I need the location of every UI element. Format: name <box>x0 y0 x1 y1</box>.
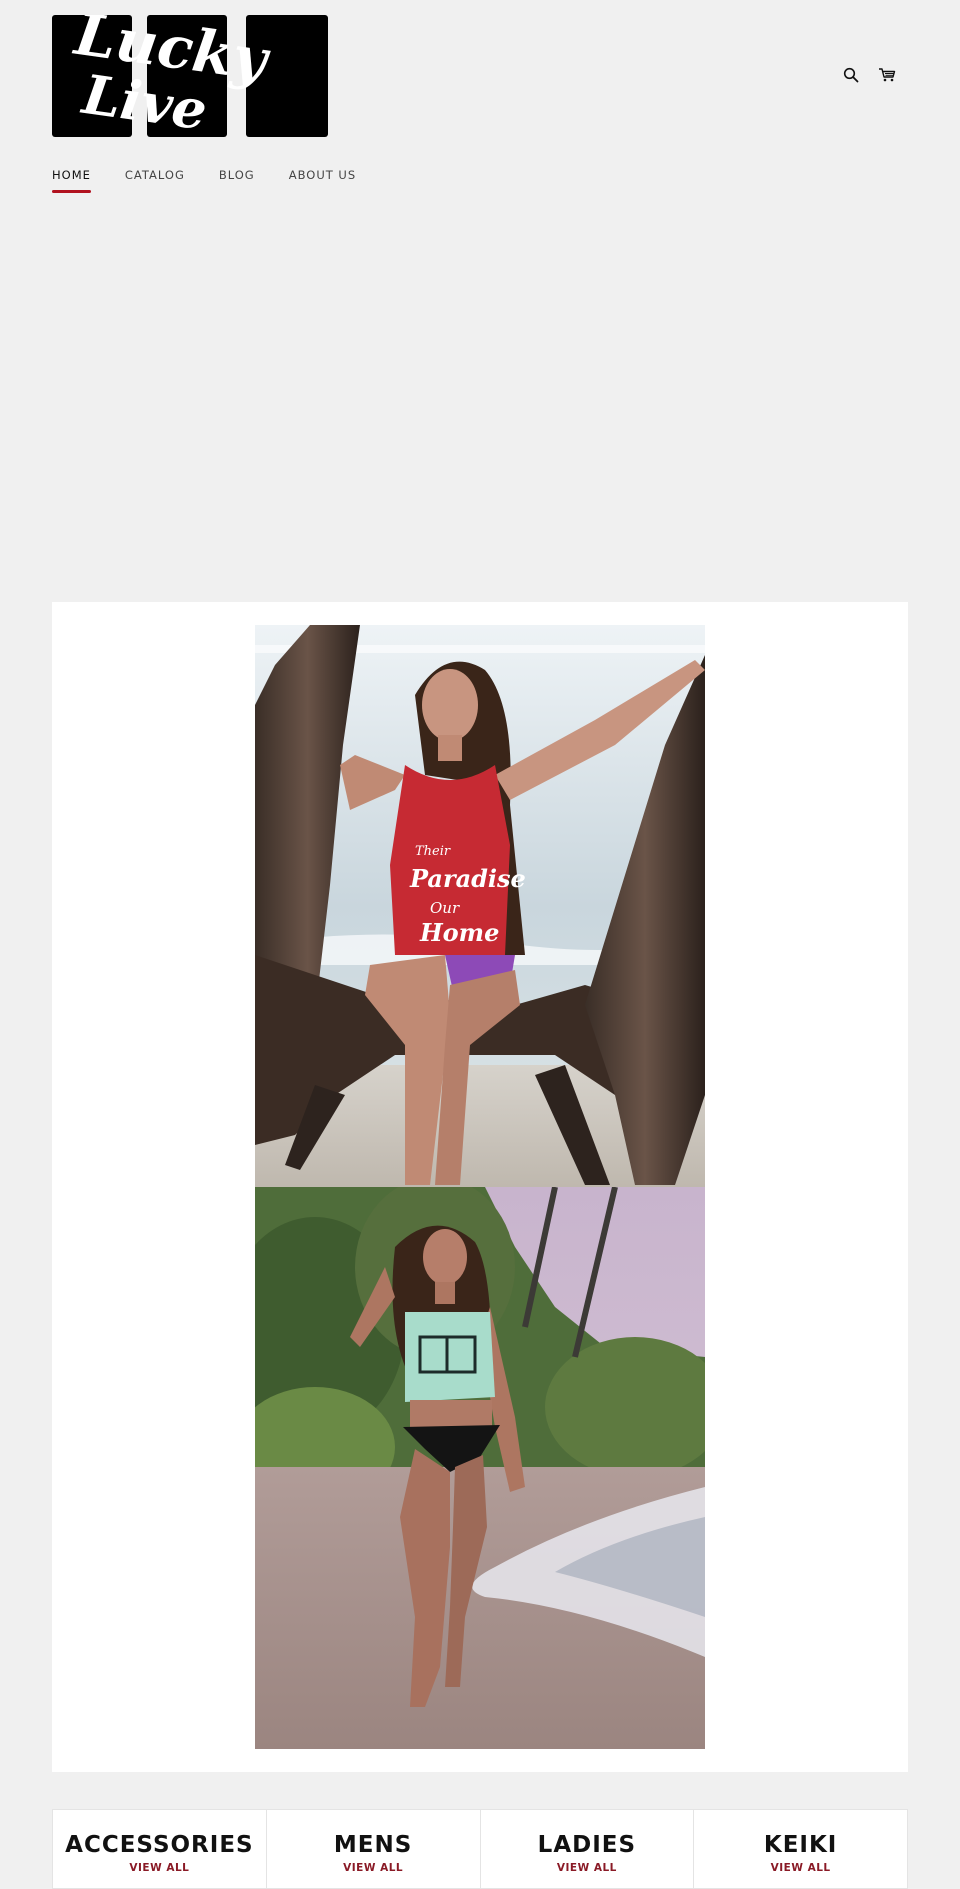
featured-images-panel: Their Paradise Our Home <box>52 602 908 1772</box>
featured-photo-beach-walk[interactable] <box>255 1187 705 1749</box>
collection-title: LADIES <box>537 1832 637 1858</box>
collection-title: MENS <box>333 1832 413 1858</box>
shirt-print-line2: Paradise <box>409 864 526 893</box>
cart-icon[interactable] <box>876 64 898 86</box>
view-all-link[interactable]: VIEW ALL <box>53 1862 266 1874</box>
lucky-live-logo: Lucky Live <box>52 0 328 142</box>
main-navigation: HOME CATALOG BLOG ABOUT US <box>52 160 356 196</box>
nav-item-home[interactable]: HOME <box>52 160 91 196</box>
shirt-print-line3: Our <box>430 899 460 917</box>
collection-title: KEIKI <box>763 1832 838 1858</box>
nav-item-catalog[interactable]: CATALOG <box>125 160 185 196</box>
view-all-link[interactable]: VIEW ALL <box>267 1862 480 1874</box>
site-logo[interactable]: Lucky Live <box>52 0 342 142</box>
collection-grid: ACCESSORIES VIEW ALL MENS VIEW ALL LADIE… <box>52 1809 908 1889</box>
view-all-link[interactable]: VIEW ALL <box>694 1862 907 1874</box>
collection-title: ACCESSORIES <box>65 1832 254 1858</box>
featured-photo-driftwood[interactable]: Their Paradise Our Home <box>255 625 705 1187</box>
collection-mens[interactable]: MENS VIEW ALL <box>267 1810 481 1888</box>
shirt-print-line1: Their <box>415 844 451 859</box>
view-all-link[interactable]: VIEW ALL <box>481 1862 694 1874</box>
nav-item-blog[interactable]: BLOG <box>219 160 255 196</box>
header-actions <box>840 64 898 86</box>
collection-accessories[interactable]: ACCESSORIES VIEW ALL <box>53 1810 267 1888</box>
collection-keiki[interactable]: KEIKI VIEW ALL <box>694 1810 907 1888</box>
nav-item-about-us[interactable]: ABOUT US <box>289 160 356 196</box>
shirt-print-line4: Home <box>419 918 499 947</box>
collection-ladies[interactable]: LADIES VIEW ALL <box>481 1810 695 1888</box>
search-icon[interactable] <box>840 64 862 86</box>
